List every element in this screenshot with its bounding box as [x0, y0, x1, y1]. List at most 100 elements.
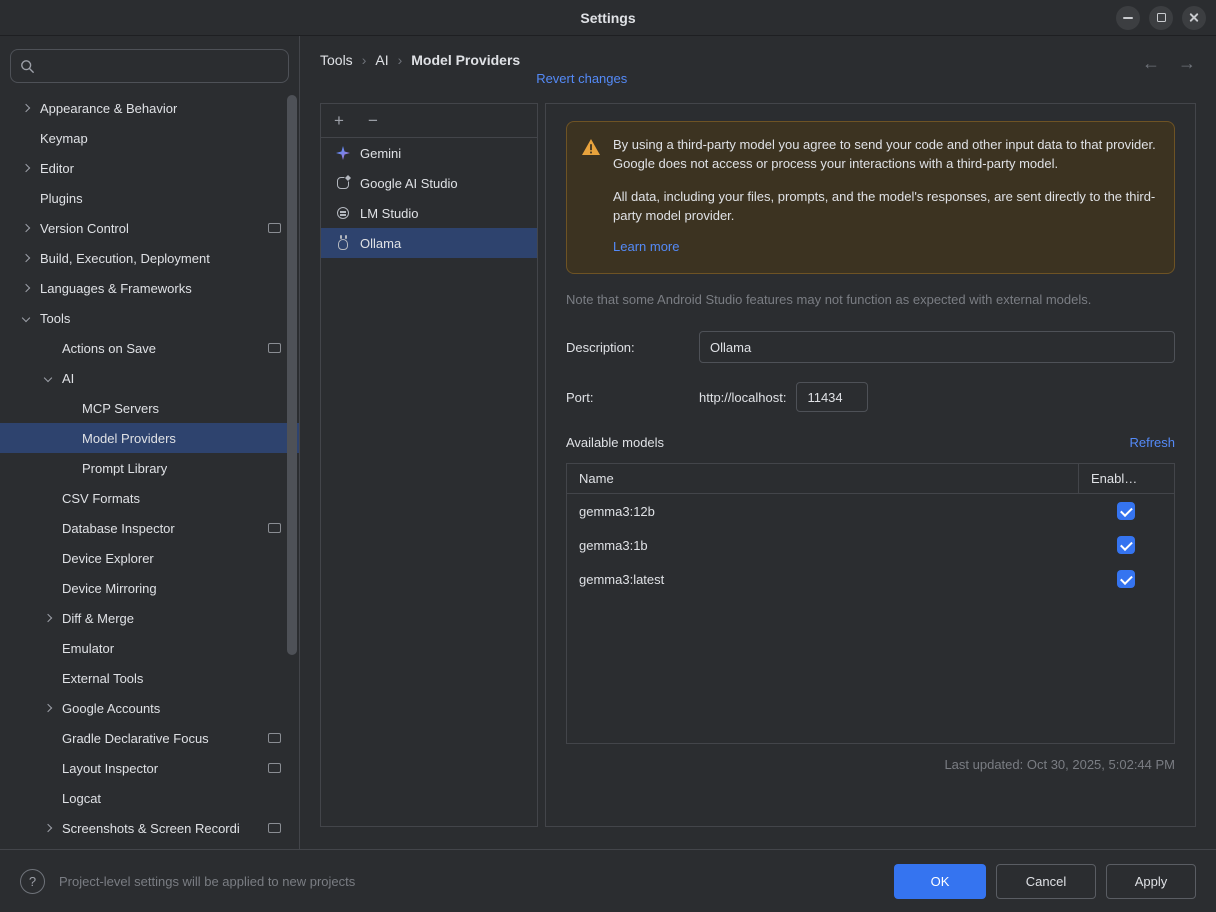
breadcrumb-item[interactable]: AI	[375, 52, 388, 68]
provider-item[interactable]: Gemini	[321, 138, 537, 168]
sidebar-item[interactable]: External Tools	[0, 663, 299, 693]
revert-changes-link[interactable]: Revert changes	[536, 71, 627, 86]
sidebar-item-label: Appearance & Behavior	[40, 101, 177, 116]
column-header-name: Name	[567, 464, 1078, 493]
column-header-enabled: Enabl…	[1078, 464, 1174, 493]
sidebar-item[interactable]: AI	[0, 363, 299, 393]
chevron-icon[interactable]	[42, 822, 54, 834]
chevron-icon[interactable]	[20, 312, 32, 324]
model-enabled-cell	[1078, 536, 1174, 554]
sidebar-item-label: Device Mirroring	[62, 581, 157, 596]
settings-search-input[interactable]	[42, 59, 279, 74]
model-enabled-checkbox[interactable]	[1117, 570, 1135, 588]
settings-search-box[interactable]	[10, 49, 289, 83]
window-title: Settings	[0, 10, 1216, 26]
sidebar-item[interactable]: Tools	[0, 303, 299, 333]
close-icon	[1189, 12, 1200, 23]
model-enabled-checkbox[interactable]	[1117, 502, 1135, 520]
apply-button[interactable]: Apply	[1106, 864, 1196, 899]
model-row[interactable]: gemma3:1b	[567, 528, 1174, 562]
sidebar-item-label: Layout Inspector	[62, 761, 158, 776]
sidebar-item[interactable]: Build, Execution, Deployment	[0, 243, 299, 273]
breadcrumb-separator: ›	[398, 52, 403, 68]
refresh-link[interactable]: Refresh	[1129, 435, 1175, 450]
sidebar-item[interactable]: Languages & Frameworks	[0, 273, 299, 303]
back-arrow-icon[interactable]: ←	[1142, 54, 1160, 72]
sidebar-item[interactable]: Version Control	[0, 213, 299, 243]
model-enabled-cell	[1078, 502, 1174, 520]
sidebar-item-label: CSV Formats	[62, 491, 140, 506]
chevron-icon[interactable]	[42, 702, 54, 714]
sidebar-item[interactable]: CSV Formats	[0, 483, 299, 513]
provider-detail-panel: By using a third-party model you agree t…	[545, 103, 1196, 827]
sidebar-item[interactable]: Prompt Library	[0, 453, 299, 483]
sidebar-item[interactable]: Logcat	[0, 783, 299, 813]
model-row[interactable]: gemma3:latest	[567, 562, 1174, 596]
sidebar-item-label: Logcat	[62, 791, 101, 806]
sidebar-item[interactable]: Editor	[0, 153, 299, 183]
provider-item[interactable]: Ollama	[321, 228, 537, 258]
maximize-icon	[1157, 13, 1166, 22]
sidebar-item[interactable]: Device Explorer	[0, 543, 299, 573]
close-button[interactable]	[1182, 6, 1206, 30]
chevron-icon[interactable]	[20, 252, 32, 264]
sidebar-item[interactable]: Plugins	[0, 183, 299, 213]
model-providers-panels: + − Gemini Google AI Studio	[320, 103, 1196, 827]
chevron-icon[interactable]	[42, 372, 54, 384]
provider-icon	[335, 145, 351, 161]
minimize-button[interactable]	[1116, 6, 1140, 30]
sidebar-item-label: Keymap	[40, 131, 88, 146]
chevron-icon[interactable]	[20, 282, 32, 294]
sidebar-item[interactable]: Diff & Merge	[0, 603, 299, 633]
provider-item[interactable]: LM Studio	[321, 198, 537, 228]
sidebar-item[interactable]: Screenshots & Screen Recordi	[0, 813, 299, 843]
models-table: Name Enabl… gemma3:12b	[566, 463, 1175, 744]
models-table-header: Name Enabl…	[567, 464, 1174, 494]
third-party-warning-banner: By using a third-party model you agree t…	[566, 121, 1175, 274]
sidebar-item-label: Version Control	[40, 221, 129, 236]
help-button[interactable]: ?	[20, 869, 45, 894]
sidebar-item[interactable]: Layout Inspector	[0, 753, 299, 783]
sidebar-item[interactable]: Emulator	[0, 633, 299, 663]
cancel-button[interactable]: Cancel	[996, 864, 1096, 899]
chevron-icon[interactable]	[20, 102, 32, 114]
available-models-row: Available models Refresh	[566, 435, 1175, 450]
provider-label: Gemini	[360, 146, 401, 161]
search-icon	[20, 59, 35, 74]
sidebar-item[interactable]: Model Providers	[0, 423, 299, 453]
shared-settings-icon	[268, 763, 281, 773]
sidebar-item[interactable]: Actions on Save	[0, 333, 299, 363]
model-name: gemma3:latest	[567, 572, 1078, 587]
sidebar-item[interactable]: MCP Servers	[0, 393, 299, 423]
add-provider-button[interactable]: +	[329, 112, 349, 129]
sidebar-scrollbar[interactable]	[287, 95, 297, 655]
port-input[interactable]	[796, 382, 868, 412]
sidebar-item[interactable]: Gradle Declarative Focus	[0, 723, 299, 753]
provider-item[interactable]: Google AI Studio	[321, 168, 537, 198]
main-content: Tools›AI›Model Providers Revert changes …	[300, 36, 1216, 849]
breadcrumb-item[interactable]: Tools	[320, 52, 353, 68]
maximize-button[interactable]	[1149, 6, 1173, 30]
shared-settings-icon	[268, 733, 281, 743]
model-enabled-checkbox[interactable]	[1117, 536, 1135, 554]
provider-list: Gemini Google AI Studio LM Studio Ollama	[321, 138, 537, 258]
sidebar-item[interactable]: Device Mirroring	[0, 573, 299, 603]
model-row[interactable]: gemma3:12b	[567, 494, 1174, 528]
chevron-icon[interactable]	[20, 162, 32, 174]
description-input[interactable]	[699, 331, 1175, 363]
sidebar-item-label: MCP Servers	[82, 401, 159, 416]
remove-provider-button[interactable]: −	[363, 112, 383, 129]
history-nav: ← →	[1142, 54, 1196, 72]
port-label: Port:	[566, 390, 699, 405]
chevron-icon[interactable]	[20, 222, 32, 234]
provider-icon	[335, 235, 351, 251]
ok-button[interactable]: OK	[894, 864, 986, 899]
sidebar-item[interactable]: Google Accounts	[0, 693, 299, 723]
sidebar-item[interactable]: Keymap	[0, 123, 299, 153]
forward-arrow-icon[interactable]: →	[1178, 54, 1196, 72]
learn-more-link[interactable]: Learn more	[613, 238, 679, 257]
chevron-icon[interactable]	[42, 612, 54, 624]
sidebar-item[interactable]: Database Inspector	[0, 513, 299, 543]
settings-window: Settings Appearance & Behavior	[0, 0, 1216, 912]
sidebar-item[interactable]: Appearance & Behavior	[0, 93, 299, 123]
